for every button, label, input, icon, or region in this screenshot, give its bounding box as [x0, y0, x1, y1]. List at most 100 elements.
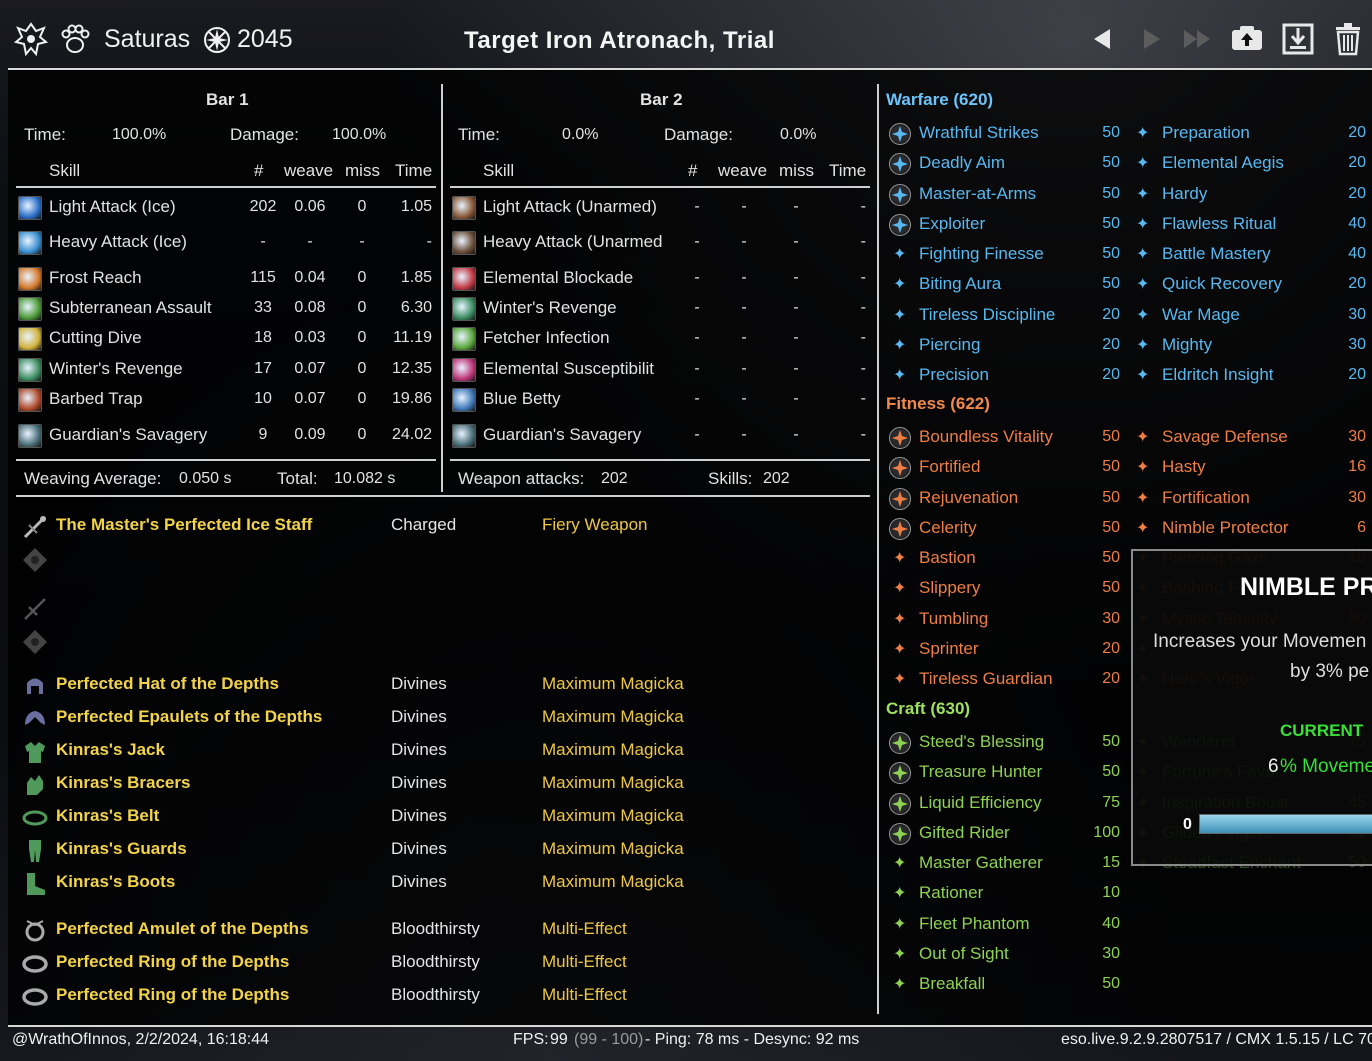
gear-item-name[interactable]: Perfected Amulet of the Depths — [56, 919, 309, 939]
warfare-passive-value: 30 — [1348, 336, 1366, 353]
fitness-star-name[interactable]: Boundless Vitality — [919, 427, 1053, 447]
fitness-star-name[interactable]: Sprinter — [919, 639, 979, 659]
fitness-passive-name[interactable]: Nimble Protector — [1162, 518, 1289, 538]
save-icon[interactable] — [1281, 22, 1315, 56]
fitness-passive-name[interactable]: Fortification — [1162, 488, 1250, 508]
warfare-star-name[interactable]: Deadly Aim — [919, 153, 1005, 173]
bar2-skill-count: - — [694, 390, 700, 407]
warfare-passive-name[interactable]: Flawless Ritual — [1162, 214, 1276, 234]
next-fight-button[interactable] — [1134, 22, 1168, 56]
craft-star-name[interactable]: Fleet Phantom — [919, 914, 1030, 934]
fitness-star-name[interactable]: Bastion — [919, 548, 976, 568]
gear-item-name[interactable]: Perfected Hat of the Depths — [56, 674, 279, 694]
winters-revenge-icon — [18, 358, 42, 382]
craft-tree-title: Craft (630) — [886, 699, 971, 718]
slotted-star-icon — [889, 214, 911, 236]
bar1-header-rule — [16, 186, 436, 188]
gear-item-trait: Divines — [391, 707, 447, 726]
chest-icon — [21, 738, 49, 766]
bar2-skill-miss: - — [793, 198, 799, 215]
warfare-passive-name[interactable]: Mighty — [1162, 335, 1212, 355]
waist-icon — [21, 804, 49, 832]
gear-item-enchant: Multi-Effect — [542, 985, 627, 1004]
gear-item-name[interactable]: Kinras's Belt — [56, 806, 159, 826]
warfare-star-name[interactable]: Master-at-Arms — [919, 184, 1036, 204]
gear-item-name[interactable]: Kinras's Guards — [56, 839, 187, 859]
fitness-star-name[interactable]: Rejuvenation — [919, 488, 1018, 508]
fitness-star-name[interactable]: Slippery — [919, 578, 980, 598]
gear-item-name[interactable]: Perfected Ring of the Depths — [56, 985, 289, 1005]
gear-item-enchant: Maximum Magicka — [542, 707, 684, 726]
warfare-passive-name[interactable]: War Mage — [1162, 305, 1240, 325]
bar1-skill-count: 18 — [254, 329, 272, 346]
warfare-passive-name[interactable]: Quick Recovery — [1162, 274, 1282, 294]
craft-star-name[interactable]: Gifted Rider — [919, 823, 1010, 843]
ring-icon — [21, 983, 49, 1011]
ring-icon — [21, 950, 49, 978]
bar2-skill-name: Guardian's Savagery — [483, 425, 642, 444]
bar1-skill-name: Subterranean Assault — [49, 298, 212, 317]
star-icon: ✦ — [893, 855, 907, 872]
craft-star-name[interactable]: Breakfall — [919, 974, 985, 994]
gear-item-name[interactable]: Kinras's Jack — [56, 740, 165, 760]
warfare-star-name[interactable]: Tireless Discipline — [919, 305, 1055, 325]
craft-star-name[interactable]: Treasure Hunter — [919, 762, 1042, 782]
warfare-star-name[interactable]: Precision — [919, 365, 989, 385]
gear-item-trait: Bloodthirsty — [391, 985, 480, 1004]
previous-fight-button[interactable] — [1086, 22, 1120, 56]
bar1-col-time: Time — [395, 161, 433, 180]
tooltip-title: NIMBLE PR — [1240, 573, 1372, 601]
bar1-skill-name: Cutting Dive — [49, 328, 142, 347]
warfare-star-value: 50 — [1102, 185, 1120, 202]
empty-offhand-slot-icon — [21, 546, 49, 574]
warfare-star-name[interactable]: Piercing — [919, 335, 980, 355]
bar1-skill-weave: 0.04 — [294, 269, 326, 286]
gear-item-name[interactable]: Perfected Ring of the Depths — [56, 952, 289, 972]
bar1-skill-time: 19.86 — [391, 390, 432, 407]
warfare-passive-name[interactable]: Battle Mastery — [1162, 244, 1271, 264]
fitness-star-name[interactable]: Fortified — [919, 457, 980, 477]
bar2-col-count: # — [688, 161, 698, 180]
warfare-passive-name[interactable]: Hardy — [1162, 184, 1207, 204]
gear-item-enchant: Fiery Weapon — [542, 515, 648, 534]
craft-star-name[interactable]: Steed's Blessing — [919, 732, 1044, 752]
bar2-col-weave: weave — [718, 161, 768, 180]
gear-item-name[interactable]: Kinras's Bracers — [56, 773, 190, 793]
gear-item-name[interactable]: The Master's Perfected Ice Staff — [56, 515, 312, 535]
craft-star-value: 50 — [1102, 763, 1120, 780]
fitness-passive-name[interactable]: Hasty — [1162, 457, 1205, 477]
warfare-passive-value: 20 — [1348, 275, 1366, 292]
bar2-skill-time: - — [860, 299, 866, 316]
tooltip-current-prefix: 6 — [1268, 756, 1279, 777]
craft-star-name[interactable]: Rationer — [919, 883, 983, 903]
gear-item-name[interactable]: Kinras's Boots — [56, 872, 175, 892]
gear-item-name[interactable]: Perfected Epaulets of the Depths — [56, 707, 322, 727]
bar1-skill-name: Frost Reach — [49, 268, 142, 287]
bar1-skill-time: 24.02 — [391, 426, 432, 443]
slotted-star-icon — [889, 457, 911, 479]
fitness-star-name[interactable]: Celerity — [919, 518, 977, 538]
fitness-star-value: 50 — [1102, 489, 1120, 506]
upload-icon[interactable] — [1230, 22, 1264, 56]
star-icon: ✦ — [1136, 337, 1150, 354]
barbed-trap-icon — [18, 388, 42, 412]
craft-star-name[interactable]: Liquid Efficiency — [919, 793, 1042, 813]
warfare-star-name[interactable]: Exploiter — [919, 214, 985, 234]
fitness-passive-name[interactable]: Savage Defense — [1162, 427, 1288, 447]
warfare-passive-name[interactable]: Eldritch Insight — [1162, 365, 1274, 385]
warfare-passive-name[interactable]: Preparation — [1162, 123, 1250, 143]
last-fight-button[interactable] — [1180, 22, 1214, 56]
warfare-passive-name[interactable]: Elemental Aegis — [1162, 153, 1284, 173]
bar2-skill-count: - — [694, 299, 700, 316]
fitness-star-name[interactable]: Tumbling — [919, 609, 988, 629]
fitness-star-name[interactable]: Tireless Guardian — [919, 669, 1053, 689]
delete-trash-icon[interactable] — [1331, 22, 1365, 56]
legs-icon — [21, 837, 49, 865]
craft-star-name[interactable]: Out of Sight — [919, 944, 1009, 964]
craft-star-name[interactable]: Master Gatherer — [919, 853, 1043, 873]
warfare-star-name[interactable]: Biting Aura — [919, 274, 1001, 294]
bar1-skill-name: Barbed Trap — [49, 389, 143, 408]
fitness-star-value: 20 — [1102, 670, 1120, 687]
warfare-star-name[interactable]: Wrathful Strikes — [919, 123, 1039, 143]
warfare-star-name[interactable]: Fighting Finesse — [919, 244, 1044, 264]
